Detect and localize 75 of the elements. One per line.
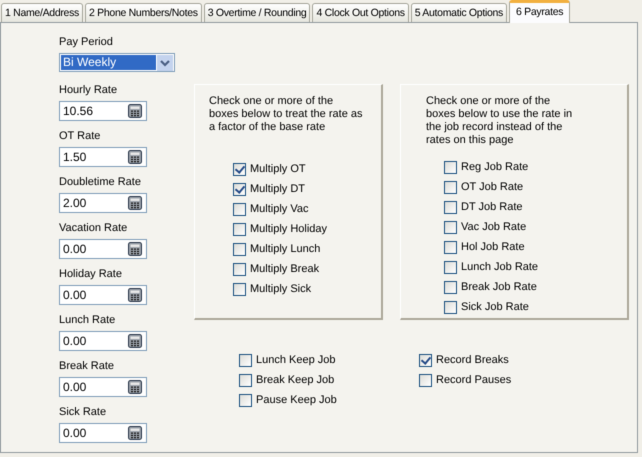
group-description: Check one or more of the boxes below to treat the rate as a factor of the base rate (209, 95, 364, 134)
checkbox-label: Reg Job Rate (461, 161, 528, 173)
checkbox[interactable] (444, 200, 457, 214)
calculator-icon[interactable] (128, 334, 142, 348)
checkbox-label: Multiply Sick (250, 283, 312, 295)
field-label: Break Rate (59, 359, 116, 374)
checkbox[interactable] (233, 222, 246, 236)
calculator-icon[interactable] (128, 104, 142, 118)
checkbox[interactable] (239, 354, 252, 366)
checkbox-label: Multiply Holiday (250, 223, 328, 235)
checkbox[interactable] (239, 374, 252, 386)
pay-period-dropdown[interactable]: Bi Weekly (59, 53, 175, 72)
field-label: Hourly Rate (59, 83, 118, 98)
checkbox[interactable] (233, 162, 246, 176)
calculator-icon[interactable] (128, 426, 142, 440)
checkbox-label: Break Keep Job (256, 374, 334, 386)
checkbox-label: DT Job Rate (461, 201, 523, 213)
checkbox-label: Pause Keep Job (256, 394, 337, 406)
checkbox-label: Multiply Lunch (250, 243, 320, 255)
calculator-icon[interactable] (128, 380, 142, 394)
field-label: OT Rate (59, 129, 102, 144)
rate-field[interactable]: 0.00 (59, 331, 147, 351)
checkbox[interactable] (444, 300, 457, 314)
field-label: Pay Period (59, 35, 114, 50)
checkbox-label: Sick Job Rate (461, 301, 529, 313)
field-label: Sick Rate (59, 405, 108, 420)
checkbox[interactable] (444, 240, 457, 254)
checkbox-label: Multiply DT (250, 183, 306, 195)
rate-field[interactable]: 0.00 (59, 285, 147, 305)
checkbox[interactable] (444, 220, 457, 234)
checkbox-label: Record Breaks (436, 354, 509, 366)
checkbox[interactable] (233, 242, 246, 256)
checkbox[interactable] (419, 354, 432, 366)
field-label: Holiday Rate (59, 267, 123, 282)
field-label: Lunch Rate (59, 313, 116, 328)
checkbox-label: Multiply Break (250, 263, 320, 275)
checkbox[interactable] (233, 182, 246, 196)
field-label: Doubletime Rate (59, 175, 142, 190)
checkbox[interactable] (444, 260, 457, 274)
checkbox[interactable] (233, 202, 246, 216)
calculator-icon[interactable] (128, 196, 142, 210)
calculator-icon[interactable] (128, 150, 142, 164)
rate-field[interactable]: 10.56 (59, 101, 147, 121)
rate-field[interactable]: 0.00 (59, 377, 147, 397)
checkbox-label: Lunch Keep Job (256, 354, 336, 366)
checkbox[interactable] (419, 374, 432, 386)
rate-field[interactable]: 1.50 (59, 147, 147, 167)
group-description: Check one or more of the boxes below to use the rate in the job record instead of the rates on this page (426, 95, 574, 147)
checkbox-label: Hol Job Rate (461, 241, 525, 253)
field-label: Vacation Rate (59, 221, 128, 236)
rate-field[interactable]: 0.00 (59, 423, 147, 443)
tab[interactable]: 2 Phone Numbers/Notes (85, 3, 202, 22)
tab[interactable]: 5 Automatic Options (410, 3, 508, 22)
checkbox-label: Multiply Vac (250, 203, 308, 215)
checkbox-label: Vac Job Rate (461, 221, 526, 233)
checkbox[interactable] (233, 262, 246, 276)
rate-field[interactable]: 2.00 (59, 193, 147, 213)
checkbox-label: OT Job Rate (461, 181, 524, 193)
tab[interactable]: 6 Payrates (509, 0, 570, 23)
checkbox-label: Break Job Rate (461, 281, 537, 293)
checkbox[interactable] (239, 394, 252, 406)
checkbox[interactable] (444, 160, 457, 174)
checkbox-label: Lunch Job Rate (461, 261, 538, 273)
checkbox[interactable] (444, 280, 457, 294)
checkbox-label: Record Pauses (436, 374, 512, 386)
rate-field[interactable]: 0.00 (59, 239, 147, 259)
checkbox-label: Multiply OT (250, 163, 306, 175)
tab[interactable]: 3 Overtime / Rounding (204, 3, 310, 22)
checkbox[interactable] (233, 282, 246, 296)
calculator-icon[interactable] (128, 288, 142, 302)
checkbox[interactable] (444, 180, 457, 194)
tab[interactable]: 4 Clock Out Options (312, 3, 409, 22)
calculator-icon[interactable] (128, 242, 142, 256)
tab[interactable]: 1 Name/Address (1, 3, 84, 22)
caret-icon (157, 54, 173, 70)
